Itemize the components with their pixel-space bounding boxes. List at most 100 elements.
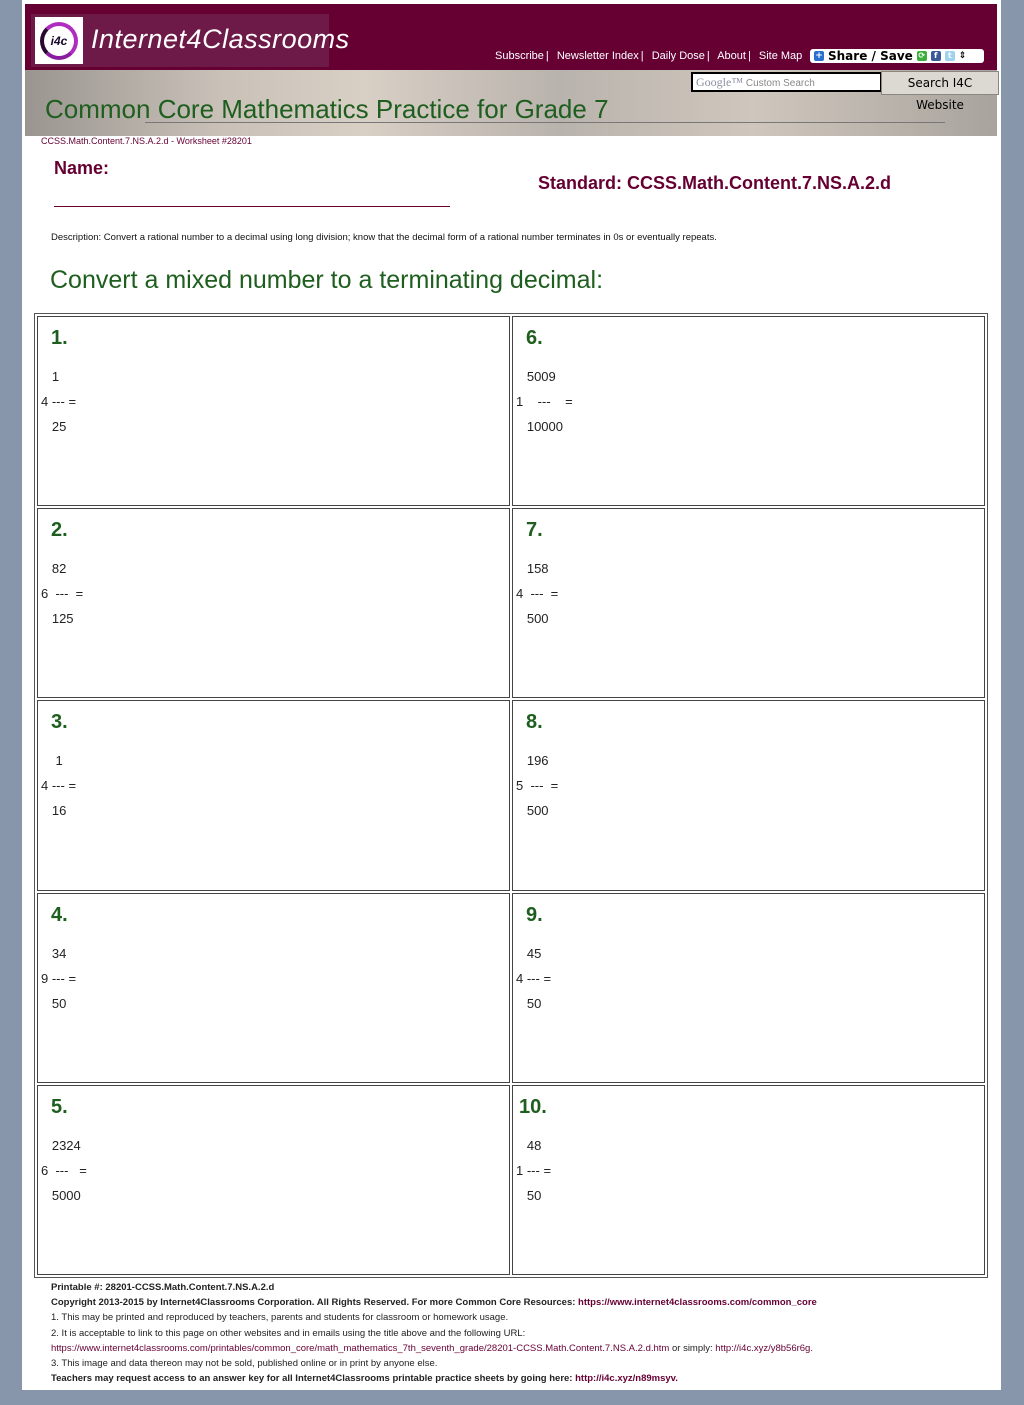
nav-separator: | [640,50,644,62]
denominator: 10000 [526,419,563,434]
numerator: 1 [51,369,60,384]
fraction-bar: --- = [523,778,559,794]
printable-id: Printable #: 28201-CCSS.Math.Content.7.N… [51,1282,275,1293]
share-save-button[interactable]: + Share / Save ⟳ f t ⇕ [810,49,984,63]
fraction-bar: --- = [48,394,77,409]
mixed-number: 196 5 --- = 500 [516,748,558,823]
numerator [41,369,52,384]
copyright-text: Copyright 2013-2015 by Internet4Classroo… [51,1297,579,1309]
page-title: Common Core Mathematics Practice for Gra… [45,94,609,124]
mixed-number: 82 6 --- = 125 [41,556,83,631]
problem-cell: 4. 34 9 --- = 50 [37,892,510,1083]
share-icon: ⟳ [916,51,927,61]
nav-subscribe[interactable]: Subscribe [495,50,544,62]
nav-about[interactable]: About [717,50,746,62]
name-label: Name: [54,158,110,178]
mixed-number: 48 1 --- = 50 [516,1133,551,1208]
mixed-number: 5009 1 --- = 10000 [516,364,573,439]
logo-badge-text: i4c [40,21,78,60]
search-button[interactable]: Search I4C Website [881,71,999,112]
long-url-link[interactable]: https://www.internet4classrooms.com/prin… [51,1343,669,1354]
problem-number: 10. [519,1095,547,1118]
numerator: 45 [526,945,542,961]
numerator: 82 [51,561,67,577]
denominator: 50 [51,995,67,1011]
answer-key-link[interactable]: http://i4c.xyz/n89msyv. [575,1373,678,1384]
numerator: 196 [526,753,549,769]
logo-text: Internet4Classrooms [91,24,350,54]
problem-number: 4. [51,903,68,926]
nav-daily-dose[interactable]: Daily Dose [652,50,705,62]
denominator: 50 [526,1187,542,1203]
numerator: 48 [526,1137,542,1153]
problem-cell: 1. 1 4 --- = 25 [37,316,510,507]
or-simply: or simply: [669,1342,716,1354]
denominator: 125 [51,611,74,627]
copyright: Copyright 2013-2015 by Internet4Classroo… [51,1295,817,1310]
instructions-heading: Convert a mixed number to a terminating … [50,266,604,294]
title-divider [145,122,945,123]
mixed-number: 1 4 --- = 16 [41,748,76,823]
nav-separator: | [545,50,549,62]
problem-number: 3. [51,711,68,734]
denominator: 5000 [51,1187,81,1203]
problem-number: 2. [51,519,68,542]
mixed-number: 2324 6 --- = 5000 [41,1133,87,1208]
description: Description: Convert a rational number t… [51,232,717,243]
nav-separator: | [706,50,710,62]
fraction-bar: --- = [48,1162,87,1178]
facebook-icon: f [930,51,941,61]
denominator: 50 [526,995,542,1011]
twitter-icon: t [944,51,955,61]
answer-key-note: Teachers may request access to an answer… [51,1371,817,1386]
fraction-bar: --- = [523,586,559,602]
denominator: 25 [51,419,67,434]
problem-cell: 6. 5009 1 --- = 10000 [512,316,985,507]
nav-newsletter-index[interactable]: Newsletter Index [557,50,639,62]
fraction-bar: --- = [48,970,77,986]
numerator: 2324 [51,1137,81,1153]
nav-site-map[interactable]: Site Map [759,50,802,62]
usage-note-2: 2. It is acceptable to link to this page… [51,1327,526,1339]
search-input[interactable]: Google™ Custom Search [691,72,882,92]
problem-number: 6. [526,327,543,349]
numerator: 5009 [526,369,556,384]
problem-cell: 3. 1 4 --- = 16 [37,700,510,891]
problem-cell: 10. 48 1 --- = 50 [512,1084,985,1275]
problem-cell: 7. 158 4 --- = 500 [512,508,985,699]
numerator: 158 [526,561,549,577]
denominator: 16 [51,803,67,819]
mixed-number: 158 4 --- = 500 [516,556,558,631]
name-line [54,206,450,207]
chevron-updown-icon: ⇕ [958,51,967,61]
denominator: 500 [526,611,549,627]
short-url-link[interactable]: http://i4c.xyz/y8b56r6g. [715,1343,813,1354]
page-banner: Google™ Custom Search Search I4C Website… [25,70,999,136]
fraction-bar: --- = [523,394,573,409]
standard-label: Standard: CCSS.Math.Content.7.NS.A.2.d [538,173,892,193]
google-logo: Google™ [696,75,744,89]
i4c-logo-icon: i4c [35,17,83,64]
usage-note-1: 1. This may be printed and reproduced by… [51,1312,509,1324]
problem-number: 1. [51,327,68,349]
usage-note-3: 3. This image and data thereon may not b… [51,1358,438,1370]
search-placeholder: Custom Search [745,78,815,89]
common-core-link[interactable]: https://www.internet4classrooms.com/comm… [578,1297,817,1308]
numerator: 1 [55,753,63,769]
top-nav: Subscribe | Newsletter Index | Daily Dose |… [495,50,802,62]
mixed-number: 1 4 --- = 25 [41,364,76,439]
site-logo[interactable]: i4c Internet4Classrooms [31,14,349,67]
fraction-bar: --- = [48,778,77,794]
share-label: Share / Save [828,49,913,63]
worksheet-id: CCSS.Math.Content.7.NS.A.2.d - Worksheet… [41,136,252,146]
problem-cell: 9. 45 4 --- = 50 [512,892,985,1083]
mixed-number: 34 9 --- = 50 [41,941,76,1016]
fraction-bar: --- = [48,586,84,602]
problem-number: 8. [526,711,543,734]
answer-key-text: Teachers may request access to an answer… [51,1373,576,1385]
fraction-bar: --- = [523,970,552,986]
problem-number: 7. [526,519,543,542]
denominator: 500 [526,803,549,819]
problem-cell: 8. 196 5 --- = 500 [512,700,985,891]
numerator: 34 [51,945,67,961]
